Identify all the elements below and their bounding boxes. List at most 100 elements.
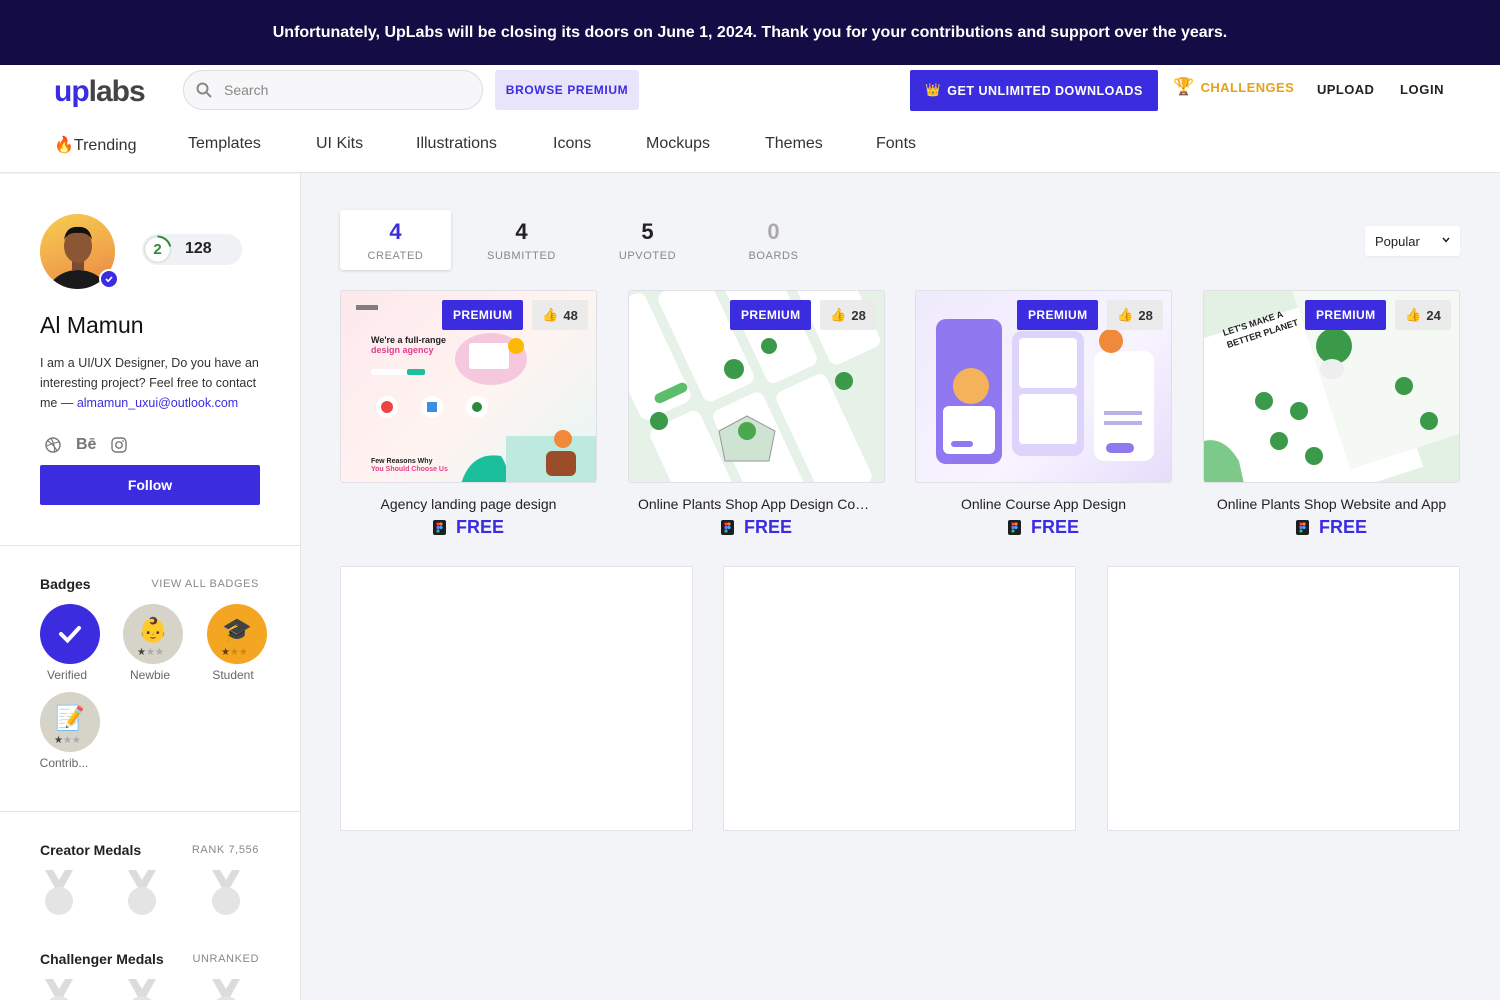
like-button[interactable]: 👍 24 — [1395, 300, 1451, 330]
chevron-down-icon — [1442, 237, 1450, 243]
figma-icon — [1295, 520, 1309, 535]
card-title[interactable]: Agency landing page design — [340, 496, 597, 512]
graduation-cap-icon: 🎓 — [222, 616, 252, 644]
medal-icon — [128, 870, 156, 915]
thumbs-up-icon: 👍 — [830, 307, 847, 322]
category-fonts[interactable]: Fonts — [876, 135, 956, 155]
category-templates[interactable]: Templates — [188, 135, 316, 155]
uplabs-logo[interactable]: uplabs — [54, 75, 146, 109]
challenger-medals-title: Challenger Medals — [40, 951, 164, 967]
tab-created[interactable]: 4 CREATED — [340, 210, 451, 270]
figma-icon — [720, 520, 734, 535]
design-card[interactable]: LET'S MAKE A BETTER PLANET PREMIUM 👍 24 O… — [1203, 290, 1460, 538]
card-thumbnail[interactable]: LET'S MAKE A BETTER PLANET PREMIUM 👍 24 — [1203, 290, 1460, 483]
design-card[interactable]: PREMIUM 👍 28 Online Course App Design FRE… — [915, 290, 1172, 538]
badge-rating: ★★★ — [137, 647, 164, 658]
svg-text:You Should Choose Us: You Should Choose Us — [371, 466, 448, 473]
category-themes[interactable]: Themes — [765, 135, 876, 155]
search-icon — [196, 82, 212, 98]
design-card[interactable]: PREMIUM 👍 28 Online Plants Shop App Desig… — [628, 290, 885, 538]
category-icons[interactable]: Icons — [553, 135, 646, 155]
category-nav: 🔥Trending Templates UI Kits Illustration… — [54, 135, 956, 155]
level-number: 2 — [153, 241, 162, 258]
search-box[interactable] — [183, 70, 483, 110]
instagram-icon[interactable] — [111, 437, 128, 453]
card-thumbnail[interactable]: PREMIUM 👍 28 — [915, 290, 1172, 483]
search-input[interactable] — [224, 82, 464, 98]
tab-submitted[interactable]: 4 SUBMITTED — [466, 210, 577, 270]
badge-label: Student — [212, 668, 254, 682]
behance-icon[interactable]: Bē — [76, 436, 96, 454]
badges-title: Badges — [40, 576, 91, 592]
creator-rank: RANK 7,556 — [191, 844, 259, 856]
profile-sidebar: 2 128 Al Mamun I am a UI/UX Designer, Do… — [0, 174, 301, 1000]
sidebar-divider — [0, 811, 300, 812]
trophy-icon: 🏆 — [1173, 77, 1195, 96]
upload-link[interactable]: UPLOAD — [1317, 82, 1374, 97]
verified-check-icon — [99, 269, 119, 289]
profile-tabs: 4 CREATED 4 SUBMITTED 5 UPVOTED 0 BOARDS — [340, 210, 844, 270]
medal-icon — [212, 870, 240, 915]
profile-bio: I am a UI/UX Designer, Do you have an in… — [40, 356, 259, 410]
creator-medals-title: Creator Medals — [40, 842, 142, 858]
social-links: Bē — [45, 436, 128, 454]
badge-rating: ★★★ — [54, 735, 81, 746]
design-card[interactable]: We're a full-range design agency Few Rea… — [340, 290, 597, 538]
badge-label: Contrib... — [39, 756, 89, 770]
sort-select[interactable]: Popular — [1365, 226, 1460, 256]
premium-tag: PREMIUM — [1017, 300, 1099, 330]
svg-text:design agency: design agency — [371, 345, 434, 355]
card-price: FREE — [1203, 517, 1460, 538]
check-icon — [59, 626, 81, 644]
thumbs-up-icon: 👍 — [542, 307, 559, 322]
figma-icon — [432, 520, 446, 535]
tab-boards[interactable]: 0 BOARDS — [718, 210, 829, 270]
view-all-badges-link[interactable]: VIEW ALL BADGES — [151, 578, 259, 590]
category-mockups[interactable]: Mockups — [646, 135, 765, 155]
login-link[interactable]: LOGIN — [1400, 82, 1444, 97]
card-title[interactable]: Online Course App Design — [915, 496, 1172, 512]
empty-placeholder-card — [340, 566, 693, 831]
card-thumbnail[interactable]: We're a full-range design agency Few Rea… — [340, 290, 597, 483]
premium-tag: PREMIUM — [730, 300, 812, 330]
challenges-link[interactable]: 🏆 CHALLENGES — [1173, 77, 1294, 97]
badge-label: Verified — [46, 668, 88, 682]
category-trending[interactable]: 🔥Trending — [54, 135, 188, 155]
email-link[interactable]: almamun_uxui@outlook.com — [77, 396, 238, 410]
like-button[interactable]: 👍 28 — [1107, 300, 1163, 330]
card-price: FREE — [628, 517, 885, 538]
premium-tag: PREMIUM — [1305, 300, 1387, 330]
crown-icon: 👑 — [925, 83, 942, 97]
figma-icon — [1007, 520, 1021, 535]
get-unlimited-downloads-button[interactable]: 👑 GET UNLIMITED DOWNLOADS — [910, 70, 1158, 111]
badge-rating: ★★★ — [221, 647, 248, 658]
like-button[interactable]: 👍 28 — [820, 300, 876, 330]
tab-upvoted[interactable]: 5 UPVOTED — [592, 210, 703, 270]
browse-premium-button[interactable]: BROWSE PREMIUM — [495, 70, 639, 110]
premium-tag: PREMIUM — [442, 300, 524, 330]
points-count: 128 — [185, 240, 212, 257]
profile-name: Al Mamun — [40, 312, 144, 338]
top-navigation: uplabs BROWSE PREMIUM 👑 GET UNLIMITED DO… — [0, 65, 1500, 173]
card-title[interactable]: Online Plants Shop Website and App — [1203, 496, 1460, 512]
medal-icon — [45, 870, 73, 915]
card-price: FREE — [340, 517, 597, 538]
category-illustrations[interactable]: Illustrations — [416, 135, 553, 155]
empty-placeholder-card — [723, 566, 1076, 831]
badge-label: Newbie — [129, 668, 171, 682]
memo-icon: 📝 — [55, 704, 85, 732]
card-thumbnail[interactable]: PREMIUM 👍 28 — [628, 290, 885, 483]
category-ui-kits[interactable]: UI Kits — [316, 135, 416, 155]
card-title[interactable]: Online Plants Shop App Design Concept — [628, 496, 885, 512]
medal-icon — [45, 979, 73, 1000]
baby-icon: 👶 — [138, 616, 168, 644]
follow-button[interactable]: Follow — [40, 465, 260, 505]
verified-badge[interactable] — [40, 604, 100, 664]
medal-icon — [128, 979, 156, 1000]
dribbble-icon[interactable] — [45, 437, 61, 453]
thumbs-up-icon: 👍 — [1117, 307, 1134, 322]
thumbs-up-icon: 👍 — [1405, 307, 1422, 322]
sidebar-divider — [0, 545, 300, 546]
challenger-rank: UNRANKED — [192, 953, 259, 965]
like-button[interactable]: 👍 48 — [532, 300, 588, 330]
